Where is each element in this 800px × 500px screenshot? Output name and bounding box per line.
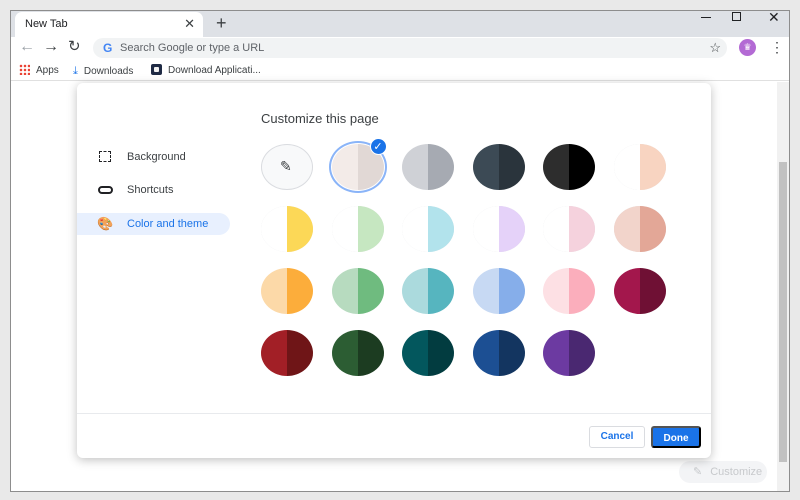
tab-new-tab[interactable]: New Tab ✕ — [15, 12, 203, 37]
color-swatch[interactable] — [402, 268, 454, 314]
color-swatch[interactable] — [472, 144, 525, 190]
sidebar-item-background[interactable]: Background — [77, 146, 230, 168]
color-swatch[interactable] — [613, 268, 666, 314]
color-swatch[interactable] — [261, 268, 313, 314]
color-swatch[interactable] — [331, 268, 384, 314]
color-swatch[interactable] — [613, 206, 666, 252]
color-swatch[interactable] — [402, 206, 454, 252]
apps-grid-icon — [19, 64, 30, 75]
dialog-divider — [77, 413, 711, 414]
scrollbar[interactable] — [777, 82, 789, 491]
palette-icon: 🎨 — [97, 216, 114, 231]
color-swatch[interactable] — [543, 206, 595, 252]
app-favicon-icon — [151, 64, 162, 75]
color-swatch[interactable] — [543, 330, 595, 376]
customize-button[interactable]: ✎ Customize — [679, 461, 767, 483]
color-swatch[interactable] — [402, 330, 454, 376]
omnibox-placeholder[interactable]: Search Google or type a URL — [120, 41, 264, 55]
background-icon — [97, 149, 113, 165]
bookmark-app2-label: Download Applicati... — [168, 65, 261, 76]
color-swatch[interactable] — [472, 268, 525, 314]
sidebar-item-label: Color and theme — [127, 218, 209, 230]
checkmark-icon: ✓ — [369, 138, 387, 155]
customize-dialog: Customize this page Background Shortcuts… — [77, 83, 711, 458]
minimize-icon[interactable] — [701, 11, 711, 18]
toolbar: ← → ↻ G Search Google or type a URL ☆ ♛ … — [11, 37, 789, 59]
color-swatch[interactable] — [472, 330, 525, 376]
color-swatch[interactable] — [543, 144, 595, 190]
pencil-icon: ✎ — [280, 158, 292, 174]
dialog-title: Customize this page — [261, 111, 379, 126]
bookmark-downloads-label: Downloads — [83, 66, 134, 77]
sidebar-item-label: Background — [127, 151, 186, 163]
done-button[interactable]: Done — [651, 426, 701, 448]
customize-label: Customize — [710, 466, 763, 478]
bookmark-apps-label: Apps — [36, 65, 59, 76]
color-swatch[interactable] — [261, 206, 313, 252]
browser-window: New Tab ✕ + ✕ ← → ↻ G Search Google or t… — [10, 10, 790, 492]
cancel-button[interactable]: Cancel — [589, 426, 645, 448]
color-swatch[interactable] — [331, 330, 384, 376]
custom-color-picker[interactable]: ✎ — [261, 144, 313, 190]
color-swatch[interactable] — [402, 144, 454, 190]
window-close-icon[interactable]: ✕ — [768, 11, 780, 24]
omnibox[interactable]: G Search Google or type a URL ☆ — [93, 38, 727, 58]
back-arrow-icon[interactable]: ← — [19, 38, 35, 56]
color-swatch[interactable] — [472, 206, 525, 252]
forward-arrow-icon[interactable]: → — [43, 38, 59, 56]
download-icon: ⤓ — [73, 65, 78, 77]
sidebar-item-color-and-theme[interactable]: 🎨 Color and theme — [77, 213, 230, 235]
plus-icon[interactable]: + — [216, 13, 227, 33]
bookmark-star-icon[interactable]: ☆ — [709, 40, 721, 56]
sidebar-item-shortcuts[interactable]: Shortcuts — [77, 179, 230, 201]
close-icon[interactable]: ✕ — [184, 16, 195, 32]
reload-icon[interactable]: ↻ — [68, 38, 81, 56]
link-icon — [97, 182, 113, 198]
tab-strip: New Tab ✕ + ✕ — [11, 11, 789, 37]
profile-avatar[interactable]: ♛ — [739, 39, 756, 56]
kebab-menu-icon[interactable]: ⋮ — [770, 38, 784, 56]
maximize-icon[interactable] — [732, 11, 741, 21]
color-swatch[interactable] — [261, 330, 313, 376]
bookmark-download-application[interactable]: Download Applicati... — [151, 64, 261, 78]
color-swatch[interactable] — [543, 268, 595, 314]
google-g-icon: G — [103, 41, 113, 55]
pencil-icon: ✎ — [693, 466, 703, 478]
color-swatch[interactable] — [613, 144, 666, 190]
color-swatch[interactable] — [331, 206, 384, 252]
bookmark-apps[interactable]: Apps — [19, 64, 59, 78]
bookmarks-bar: Apps ⤓ Downloads Download Applicati... — [11, 61, 789, 81]
scrollbar-thumb[interactable] — [779, 162, 787, 462]
sidebar-item-label: Shortcuts — [127, 184, 174, 196]
tab-title: New Tab — [25, 18, 68, 30]
bookmark-downloads[interactable]: ⤓ Downloads — [73, 64, 133, 79]
